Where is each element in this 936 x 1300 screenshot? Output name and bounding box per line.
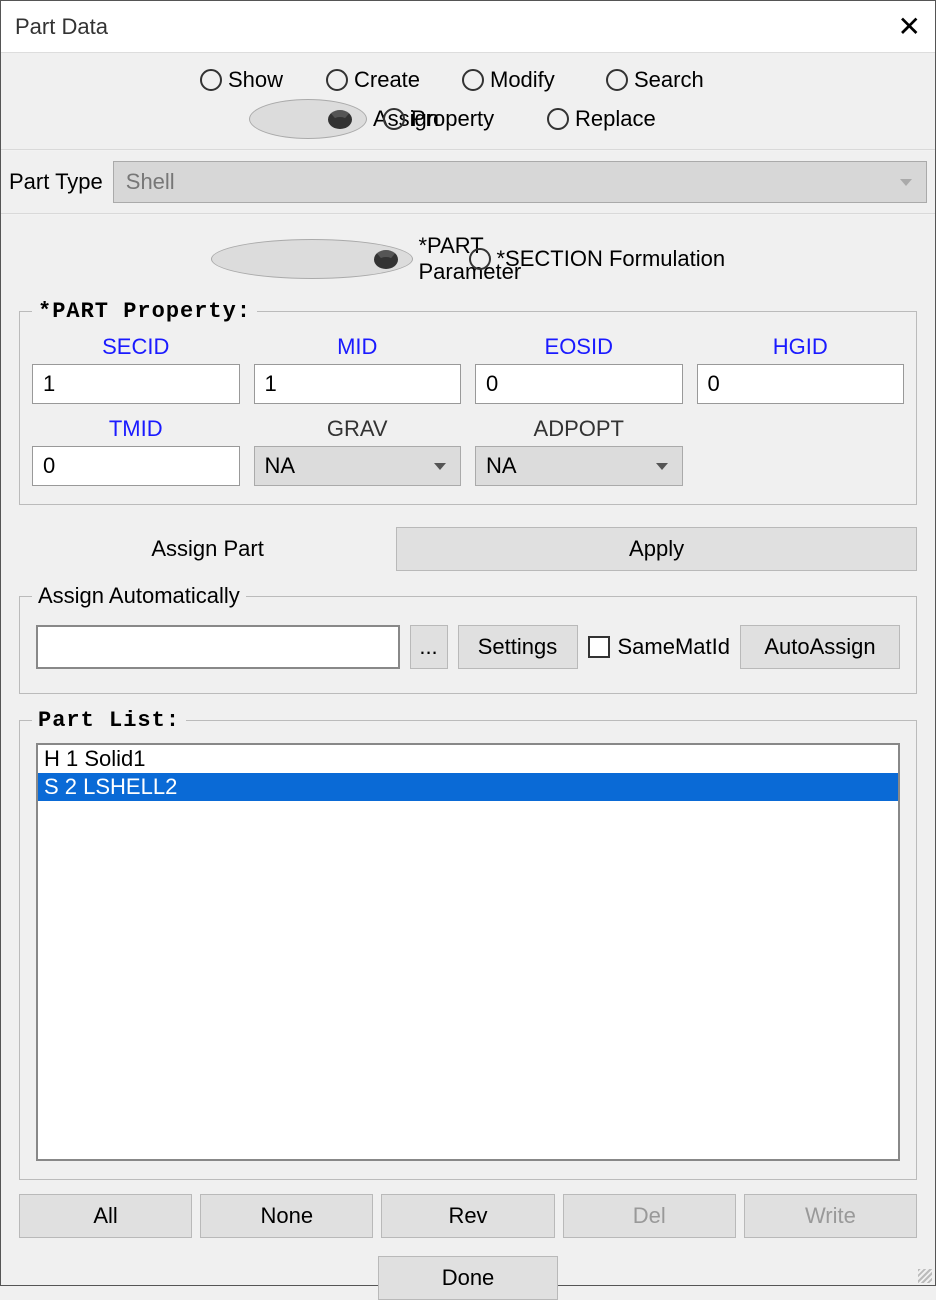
prop-cell-mid: MID xyxy=(254,334,462,404)
list-item[interactable]: S 2 LSHELL2 xyxy=(38,773,898,801)
radio-icon xyxy=(606,69,628,91)
prop-label-secid: SECID xyxy=(102,334,169,360)
prop-input-secid[interactable] xyxy=(32,364,240,404)
param-radio-group: *PART Parameter *SECTION Formulation xyxy=(1,215,935,299)
radio-label: *SECTION Formulation xyxy=(497,246,726,272)
prop-cell-hgid: HGID xyxy=(697,334,905,404)
radio-icon xyxy=(469,248,491,270)
param-radio--part-parameter[interactable]: *PART Parameter xyxy=(211,233,413,285)
radio-icon xyxy=(383,108,405,130)
part-property-legend: *PART Property: xyxy=(32,299,257,324)
write-button[interactable]: Write xyxy=(744,1194,917,1238)
radio-icon xyxy=(200,69,222,91)
part-type-value: Shell xyxy=(126,169,175,195)
none-button[interactable]: None xyxy=(200,1194,373,1238)
radio-icon xyxy=(547,108,569,130)
apply-button[interactable]: Apply xyxy=(396,527,917,571)
radio-label: Create xyxy=(354,67,420,93)
assign-part-label: Assign Part xyxy=(19,536,396,562)
radio-label: Modify xyxy=(490,67,555,93)
prop-cell-eosid: EOSID xyxy=(475,334,683,404)
param-radio--section-formulation[interactable]: *SECTION Formulation xyxy=(469,233,726,285)
mode-radio-create[interactable]: Create xyxy=(326,67,446,93)
radio-label: Property xyxy=(411,106,494,132)
part-type-label: Part Type xyxy=(9,169,103,195)
prop-cell-adpopt: ADPOPT NA xyxy=(475,416,683,486)
mode-radio-replace[interactable]: Replace xyxy=(547,99,687,139)
assign-auto-legend: Assign Automatically xyxy=(32,583,246,609)
del-button[interactable]: Del xyxy=(563,1194,736,1238)
prop-label-hgid: HGID xyxy=(773,334,828,360)
prop-select-grav[interactable]: NA xyxy=(254,446,462,486)
part-list-group: Part List: H 1 Solid1S 2 LSHELL2 xyxy=(19,708,917,1180)
prop-input-mid[interactable] xyxy=(254,364,462,404)
part-list-legend: Part List: xyxy=(32,708,186,733)
prop-cell-tmid: TMID xyxy=(32,416,240,486)
prop-label-mid: MID xyxy=(337,334,377,360)
window-title: Part Data xyxy=(15,14,108,40)
mode-radio-assign[interactable]: Assign xyxy=(249,99,367,139)
prop-select-adpopt[interactable]: NA xyxy=(475,446,683,486)
radio-icon xyxy=(326,69,348,91)
prop-label-grav: GRAV xyxy=(327,416,388,442)
prop-input-hgid[interactable] xyxy=(697,364,905,404)
part-property-group: *PART Property: SECID MID EOSID HGID TMID GRA… xyxy=(19,299,917,505)
part-list-box[interactable]: H 1 Solid1S 2 LSHELL2 xyxy=(36,743,900,1161)
mode-radio-show[interactable]: Show xyxy=(200,67,310,93)
part-type-combo[interactable]: Shell xyxy=(113,161,927,203)
assign-auto-group: Assign Automatically ... Settings SameMa… xyxy=(19,583,917,694)
mode-radio-search[interactable]: Search xyxy=(606,67,736,93)
radio-icon xyxy=(211,239,413,279)
prop-label-eosid: EOSID xyxy=(545,334,613,360)
prop-label-tmid: TMID xyxy=(109,416,163,442)
all-button[interactable]: All xyxy=(19,1194,192,1238)
rev-button[interactable]: Rev xyxy=(381,1194,554,1238)
radio-label: Search xyxy=(634,67,704,93)
radio-label: Show xyxy=(228,67,283,93)
prop-cell-secid: SECID xyxy=(32,334,240,404)
radio-label: Replace xyxy=(575,106,656,132)
resize-grip-icon[interactable] xyxy=(916,1267,932,1283)
prop-cell-grav: GRAV NA xyxy=(254,416,462,486)
list-item[interactable]: H 1 Solid1 xyxy=(38,745,898,773)
mode-radio-group: Show Create Modify Search Assign Property Rep… xyxy=(1,53,935,149)
samematid-checkbox[interactable]: SameMatId xyxy=(588,634,731,660)
prop-label-adpopt: ADPOPT xyxy=(534,416,624,442)
radio-icon xyxy=(462,69,484,91)
samematid-label: SameMatId xyxy=(618,634,731,660)
mode-radio-modify[interactable]: Modify xyxy=(462,67,590,93)
settings-button[interactable]: Settings xyxy=(458,625,578,669)
autoassign-button[interactable]: AutoAssign xyxy=(740,625,900,669)
close-button[interactable]: ✕ xyxy=(898,13,921,41)
radio-icon xyxy=(249,99,367,139)
prop-input-tmid[interactable] xyxy=(32,446,240,486)
prop-input-eosid[interactable] xyxy=(475,364,683,404)
mode-radio-property[interactable]: Property xyxy=(383,99,531,139)
checkbox-icon xyxy=(588,636,610,658)
auto-path-input[interactable] xyxy=(36,625,400,669)
done-button[interactable]: Done xyxy=(378,1256,558,1300)
browse-button[interactable]: ... xyxy=(410,625,448,669)
